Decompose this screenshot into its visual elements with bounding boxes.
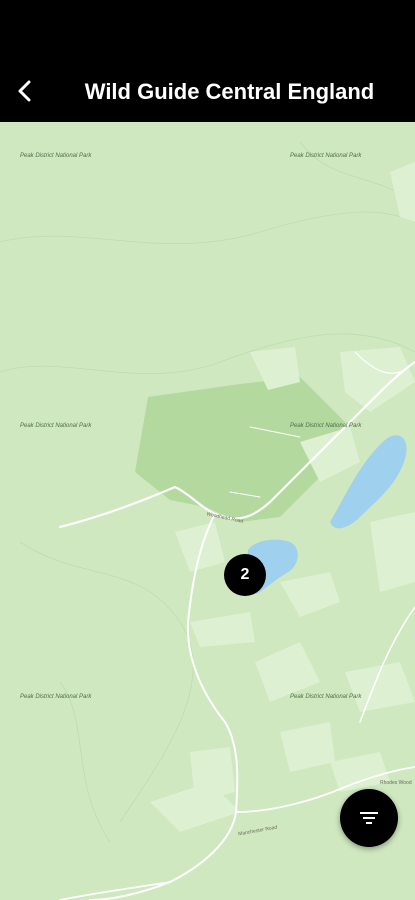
cluster-marker[interactable]: 2 [224,554,266,596]
chevron-left-icon [18,80,31,102]
app-header: Wild Guide Central England [0,60,415,122]
page-title: Wild Guide Central England [84,79,375,104]
cluster-count: 2 [240,566,250,583]
filter-button[interactable] [340,789,398,847]
park-label: Peak District National Park [20,153,92,159]
park-label: Peak District National Park [20,694,92,700]
park-label: Peak District National Park [290,153,362,159]
place-label: Rhodes Wood [380,780,412,786]
park-label: Peak District National Park [290,423,362,429]
back-button[interactable] [8,74,42,108]
map-view[interactable]: Peak District National Park Peak Distric… [0,122,415,900]
park-label: Peak District National Park [290,694,362,700]
status-bar [0,0,415,60]
park-label: Peak District National Park [20,423,92,429]
filter-icon [360,812,378,824]
app-screen: Wild Guide Central England Peak District… [0,0,415,900]
